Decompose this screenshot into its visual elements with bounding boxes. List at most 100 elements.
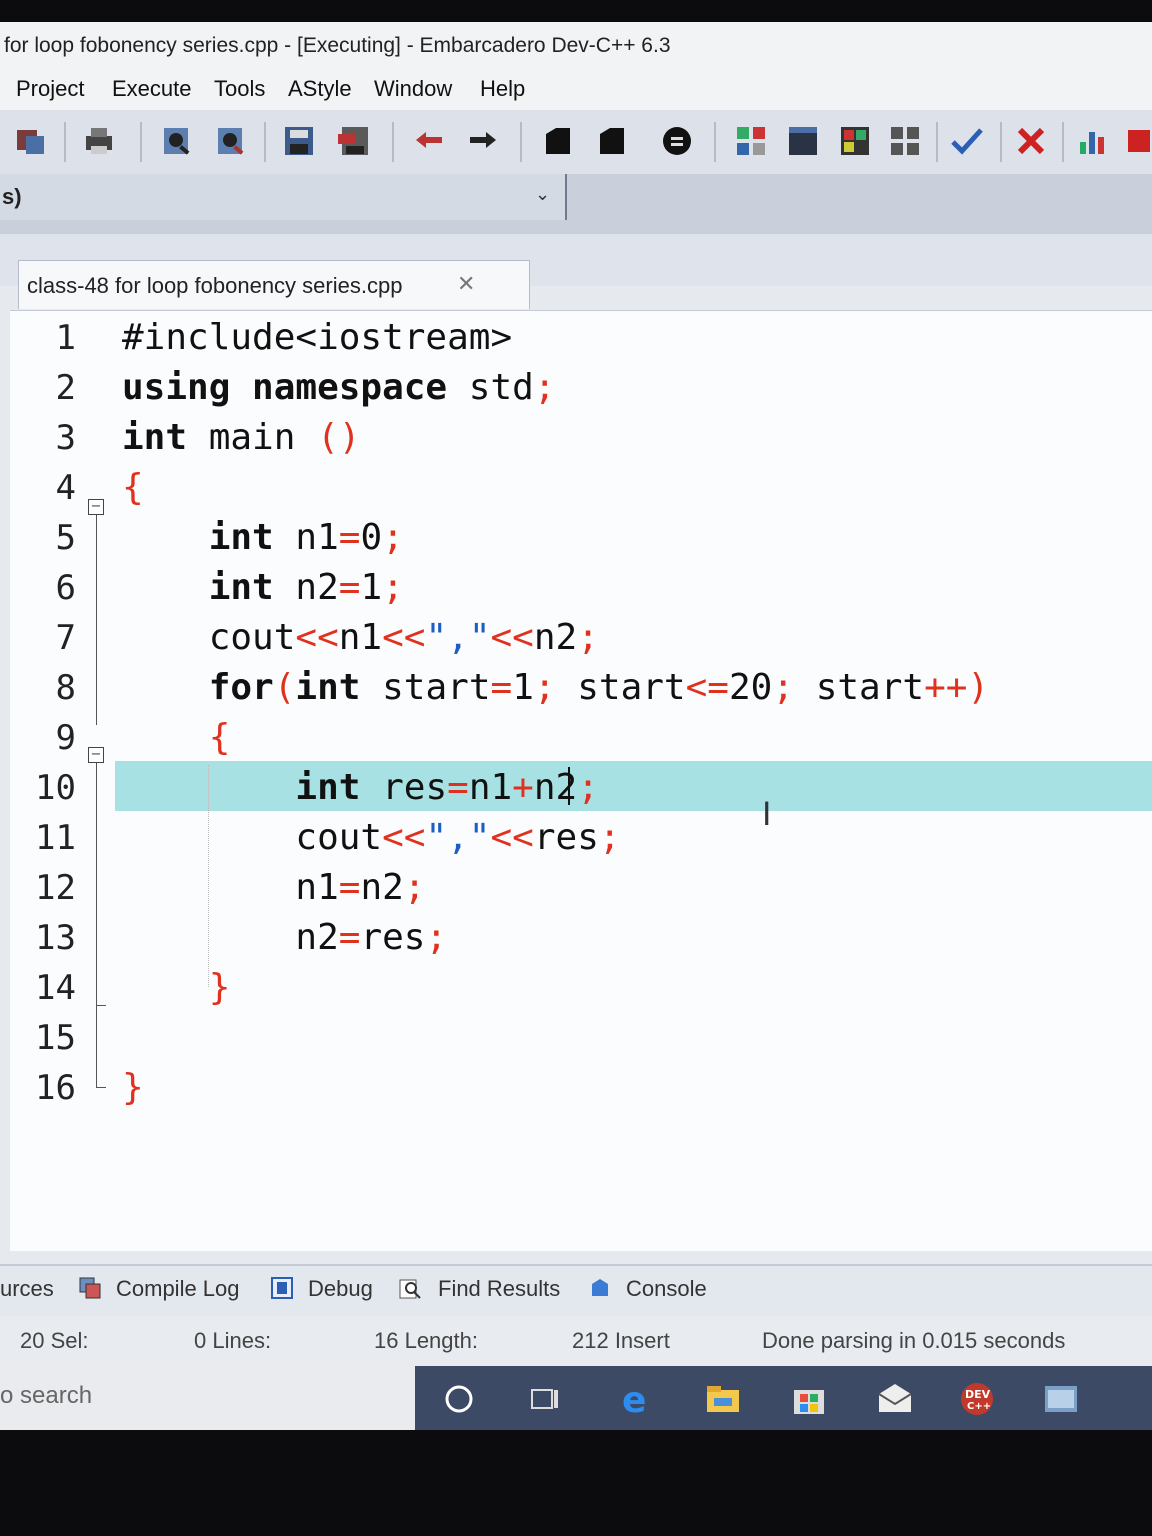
replace-icon[interactable] — [214, 124, 248, 158]
line-number: 9 — [55, 718, 76, 758]
taskbar-search-box[interactable]: o search — [0, 1366, 415, 1430]
check-icon[interactable] — [950, 124, 984, 158]
edge-icon[interactable]: e — [618, 1380, 656, 1418]
code-line-16: } — [122, 1067, 144, 1108]
menu-window[interactable]: Window — [374, 76, 452, 102]
chart-icon[interactable] — [1076, 124, 1110, 158]
project-select[interactable]: s) ⌄ — [0, 174, 567, 220]
menu-bar: Project Execute Tools AStyle Window Help — [0, 68, 1152, 110]
save-icon[interactable] — [282, 124, 316, 158]
code-line-2: using namespace std; — [122, 367, 556, 408]
bookmark-2-icon[interactable] — [594, 124, 628, 158]
app-window-icon[interactable] — [1042, 1380, 1080, 1418]
code-line-3: int main () — [122, 417, 361, 458]
store-icon[interactable] — [790, 1380, 828, 1418]
line-number: 3 — [55, 418, 76, 458]
chevron-down-icon[interactable]: ⌄ — [535, 184, 550, 205]
save-all-icon[interactable] — [336, 124, 370, 158]
menu-tools[interactable]: Tools — [214, 76, 265, 102]
code-line-13: n2=res; — [122, 917, 448, 958]
tiles-icon[interactable] — [888, 124, 922, 158]
tab-debug[interactable]: Debug — [308, 1276, 373, 1302]
line-number: 6 — [55, 568, 76, 608]
find-icon[interactable] — [160, 124, 194, 158]
toolbar-separator — [392, 122, 394, 162]
toolbar — [0, 110, 1152, 175]
redo-icon[interactable] — [466, 124, 500, 158]
cortana-icon[interactable] — [440, 1380, 478, 1418]
toolbar-separator — [1062, 122, 1064, 162]
code-line-8: for(int start=1; start<=20; start++) — [208, 667, 990, 708]
devcpp-icon[interactable]: DEVC++ — [958, 1380, 996, 1418]
line-number: 10 — [35, 768, 76, 808]
menu-astyle[interactable]: AStyle — [288, 76, 352, 102]
mail-icon[interactable] — [876, 1380, 914, 1418]
bookmark-icon[interactable] — [540, 124, 574, 158]
code-line-5: int n1=0; — [208, 517, 404, 558]
new-project-icon[interactable] — [14, 124, 48, 158]
line-number: 12 — [35, 868, 76, 908]
status-bar: 20 Sel: 0 Lines: 16 Length: 212 Insert D… — [0, 1316, 1152, 1366]
toolbar-separator — [936, 122, 938, 162]
code-line-7: cout<<n1<<","<<n2; — [122, 617, 599, 658]
task-view-icon[interactable] — [526, 1380, 564, 1418]
toolbar-separator — [520, 122, 522, 162]
fold-toggle[interactable]: − — [88, 747, 104, 763]
status-lines: 0 Lines: — [194, 1328, 272, 1353]
windows-taskbar: o search e DEV C++ — [0, 1366, 1152, 1430]
title-bar: for loop fobonency series.cpp - [Executi… — [0, 22, 1152, 68]
line-number: 4 — [55, 468, 76, 508]
window-title: for loop fobonency series.cpp - [Executi… — [4, 34, 671, 57]
line-number: 14 — [35, 968, 76, 1008]
code-line-6: int n2=1; — [208, 567, 404, 608]
delete-icon[interactable] — [1014, 124, 1048, 158]
toolbar-separator — [264, 122, 266, 162]
tab-resources[interactable]: urces — [0, 1276, 54, 1302]
close-icon[interactable]: ✕ — [457, 271, 475, 297]
fold-line — [96, 1005, 106, 1006]
code-line-14: } — [208, 967, 231, 1008]
line-number: 16 — [35, 1068, 76, 1108]
line-number-gutter: 1 2 3 4 5 6 7 8 9 10 11 12 13 14 15 16 −… — [10, 311, 115, 1251]
tab-compile-log[interactable]: Compile Log — [116, 1276, 240, 1302]
console-icon — [592, 1279, 608, 1296]
fold-toggle[interactable]: − — [88, 499, 104, 515]
undo-icon[interactable] — [412, 124, 446, 158]
menu-project[interactable]: Project — [16, 76, 84, 102]
status-length: 16 Length: — [374, 1328, 478, 1353]
code-line-9: { — [208, 717, 231, 758]
status-insert: 212 Insert — [572, 1328, 670, 1353]
fold-line — [96, 515, 97, 725]
line-number: 5 — [55, 518, 76, 558]
svg-text:DEV: DEV — [965, 1388, 991, 1401]
menu-execute[interactable]: Execute — [112, 76, 192, 102]
window-icon[interactable] — [786, 124, 820, 158]
stop-icon[interactable] — [660, 124, 694, 158]
close-red-icon[interactable] — [1122, 124, 1152, 158]
taskbar-search-text: o search — [0, 1382, 93, 1409]
file-tab-label: class-48 for loop fobonency series.cpp — [27, 273, 403, 298]
svg-text:e: e — [622, 1380, 646, 1418]
project-select-value: s) — [2, 184, 22, 209]
print-icon[interactable] — [82, 124, 116, 158]
code-editor[interactable]: 1 2 3 4 5 6 7 8 9 10 11 12 13 14 15 16 −… — [10, 310, 1152, 1251]
status-message: Done parsing in 0.015 seconds — [762, 1328, 1066, 1353]
file-tab[interactable]: class-48 for loop fobonency series.cpp ✕ — [18, 260, 530, 309]
tab-find-results[interactable]: Find Results — [438, 1276, 560, 1302]
menu-help[interactable]: Help — [480, 76, 525, 102]
tab-bar: class-48 for loop fobonency series.cpp ✕ — [0, 234, 1152, 309]
code-line-11: cout<<","<<res; — [122, 817, 621, 858]
tab-console[interactable]: Console — [626, 1276, 707, 1302]
line-number: 1 — [55, 318, 76, 358]
ibeam-cursor-icon: I — [762, 795, 772, 833]
color-grid-icon[interactable] — [838, 124, 872, 158]
line-number: 7 — [55, 618, 76, 658]
compile-log-icon — [79, 1277, 101, 1299]
line-number: 13 — [35, 918, 76, 958]
screen: for loop fobonency series.cpp - [Executi… — [0, 22, 1152, 1430]
file-explorer-icon[interactable] — [704, 1380, 742, 1418]
code-line-12: n1=n2; — [122, 867, 426, 908]
code-line-10: int res=n1+n2; — [295, 767, 599, 808]
grid-icon[interactable] — [734, 124, 768, 158]
